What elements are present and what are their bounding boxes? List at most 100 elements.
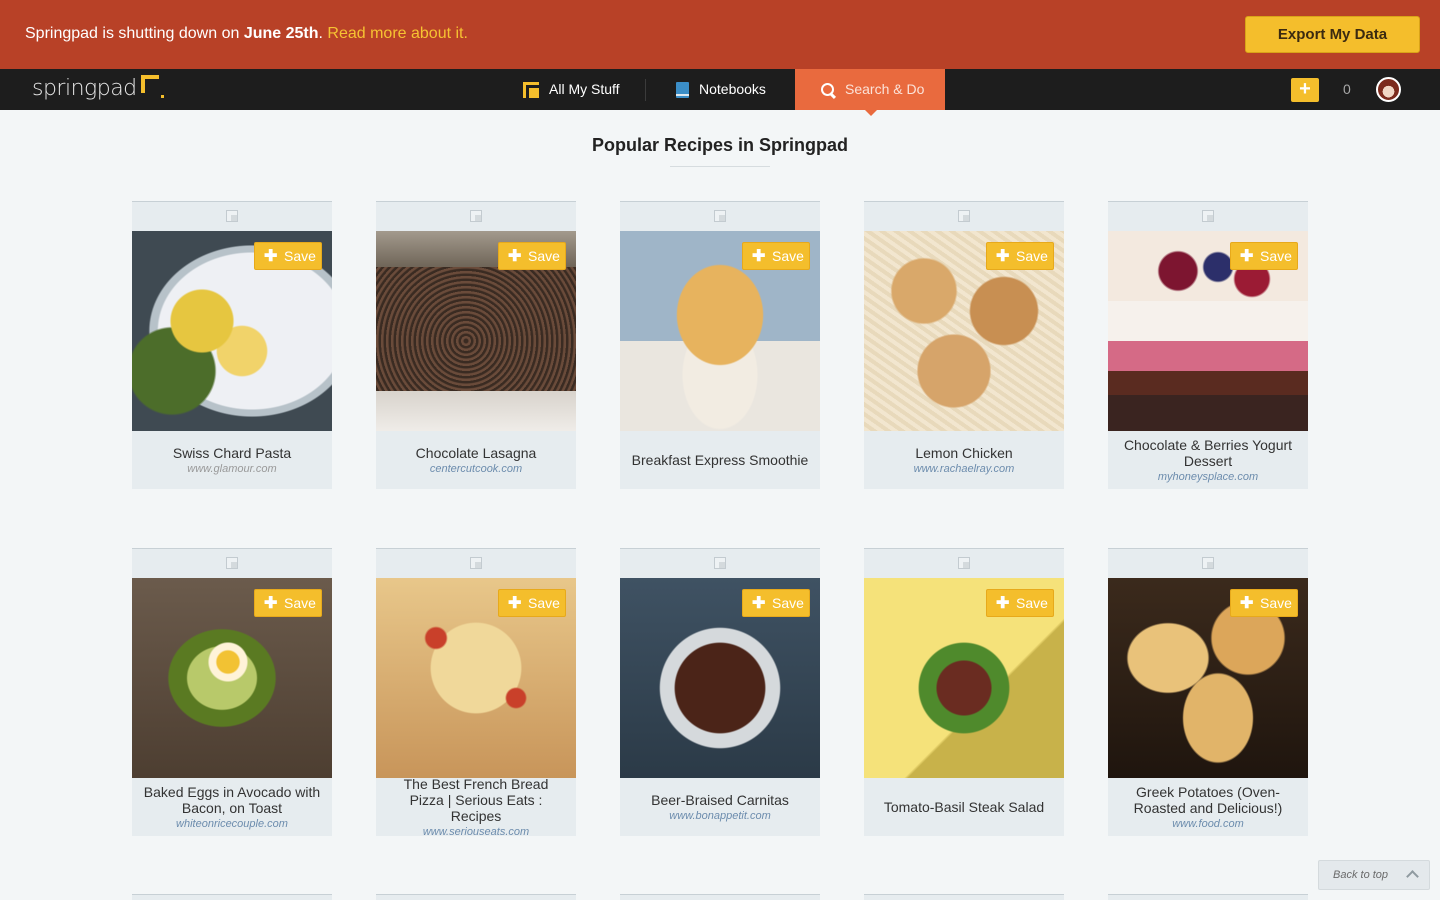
- notification-count[interactable]: 0: [1343, 81, 1351, 97]
- recipe-source[interactable]: myhoneysplace.com: [1158, 471, 1258, 483]
- recipe-image[interactable]: ✚ Save: [1108, 231, 1308, 431]
- plus-icon: ✚: [752, 595, 766, 612]
- save-button[interactable]: ✚ Save: [498, 242, 566, 270]
- shutdown-message: Springpad is shutting down on June 25th.…: [25, 25, 468, 43]
- recipe-card[interactable]: ✚ Save Tomato-Basil Steak Salad: [864, 548, 1064, 836]
- shutdown-banner: Springpad is shutting down on June 25th.…: [0, 0, 1440, 69]
- card-header: [132, 548, 332, 578]
- nav-notebooks[interactable]: Notebooks: [676, 69, 766, 110]
- recipe-image[interactable]: ✚ Save: [620, 231, 820, 431]
- recipe-source[interactable]: centercutcook.com: [430, 463, 522, 475]
- recipe-title[interactable]: Lemon Chicken: [915, 445, 1012, 461]
- recipe-source[interactable]: www.food.com: [1172, 818, 1244, 830]
- recipe-title[interactable]: Tomato-Basil Steak Salad: [884, 799, 1044, 815]
- save-label: Save: [1016, 595, 1048, 611]
- save-button[interactable]: ✚ Save: [742, 589, 810, 617]
- save-button[interactable]: ✚ Save: [254, 242, 322, 270]
- plus-icon: ✚: [752, 248, 766, 265]
- card-footer: Baked Eggs in Avocado with Bacon, on Toa…: [132, 778, 332, 836]
- read-more-link[interactable]: Read more about it.: [327, 25, 468, 42]
- card-type-icon: [958, 210, 970, 222]
- recipe-source[interactable]: www.bonappetit.com: [669, 810, 771, 822]
- card-footer: Beer-Braised Carnitas www.bonappetit.com: [620, 778, 820, 836]
- save-label: Save: [528, 595, 560, 611]
- back-to-top-button[interactable]: Back to top: [1318, 860, 1430, 890]
- card-type-icon: [226, 557, 238, 569]
- recipe-card[interactable]: ✚ Save Baked Eggs in Avocado with Bacon, …: [132, 548, 332, 836]
- plus-icon: ✚: [996, 248, 1010, 265]
- card-footer: Lemon Chicken www.rachaelray.com: [864, 431, 1064, 489]
- recipe-image[interactable]: ✚ Save: [132, 578, 332, 778]
- nav-all-my-stuff[interactable]: All My Stuff: [523, 69, 620, 110]
- back-to-top-label: Back to top: [1333, 869, 1389, 881]
- recipe-title[interactable]: Breakfast Express Smoothie: [632, 452, 809, 468]
- card-footer: Breakfast Express Smoothie: [620, 431, 820, 489]
- nav-divider: [645, 79, 646, 101]
- card-header: [620, 201, 820, 231]
- recipe-card[interactable]: ✚ Save Beer-Braised Carnitas www.bonappet…: [620, 548, 820, 836]
- search-icon: [821, 82, 835, 97]
- recipe-title[interactable]: Greek Potatoes (Oven-Roasted and Delicio…: [1118, 784, 1298, 816]
- recipe-card[interactable]: ✚ Save Breakfast Express Smoothie: [620, 201, 820, 489]
- logo-dot-icon: [160, 95, 164, 98]
- recipe-image[interactable]: ✚ Save: [864, 578, 1064, 778]
- recipe-title[interactable]: The Best French Bread Pizza | Serious Ea…: [386, 776, 566, 824]
- recipe-source[interactable]: whiteonricecouple.com: [176, 818, 288, 830]
- recipe-card[interactable]: ✚ Save Lemon Chicken www.rachaelray.com: [864, 201, 1064, 489]
- add-button[interactable]: +: [1291, 78, 1319, 102]
- recipe-source[interactable]: www.seriouseats.com: [423, 826, 529, 838]
- save-label: Save: [772, 248, 804, 264]
- recipe-image[interactable]: ✚ Save: [132, 231, 332, 431]
- page-title: Popular Recipes in Springpad: [591, 135, 849, 155]
- recipe-image[interactable]: ✚ Save: [1108, 578, 1308, 778]
- card-footer: Tomato-Basil Steak Salad: [864, 778, 1064, 836]
- save-label: Save: [528, 248, 560, 264]
- recipe-title[interactable]: Swiss Chard Pasta: [173, 445, 291, 461]
- nav-search-and-do[interactable]: Search & Do: [795, 69, 945, 110]
- save-label: Save: [1016, 248, 1048, 264]
- recipe-source[interactable]: www.rachaelray.com: [914, 463, 1015, 475]
- save-button[interactable]: ✚ Save: [498, 589, 566, 617]
- recipe-card[interactable]: ✚ Save Swiss Chard Pasta www.glamour.com: [132, 201, 332, 489]
- recipe-image[interactable]: ✚ Save: [864, 231, 1064, 431]
- card-type-icon: [714, 210, 726, 222]
- card-header: [1108, 548, 1308, 578]
- save-button[interactable]: ✚ Save: [986, 242, 1054, 270]
- recipe-title[interactable]: Baked Eggs in Avocado with Bacon, on Toa…: [142, 784, 322, 816]
- recipe-card[interactable]: ✚ Save Chocolate Lasagna centercutcook.co…: [376, 201, 576, 489]
- recipe-title[interactable]: Chocolate Lasagna: [416, 445, 537, 461]
- active-tab-caret-icon: [865, 110, 877, 116]
- save-label: Save: [1260, 248, 1292, 264]
- plus-icon: ✚: [1240, 595, 1254, 612]
- recipe-image[interactable]: ✚ Save: [376, 231, 576, 431]
- card-type-icon: [1202, 557, 1214, 569]
- plus-icon: ✚: [996, 595, 1010, 612]
- user-avatar[interactable]: [1376, 77, 1401, 102]
- recipe-title[interactable]: Chocolate & Berries Yogurt Dessert: [1118, 437, 1298, 469]
- save-button[interactable]: ✚ Save: [1230, 589, 1298, 617]
- save-button[interactable]: ✚ Save: [1230, 242, 1298, 270]
- shutdown-period: .: [318, 25, 323, 42]
- save-button[interactable]: ✚ Save: [742, 242, 810, 270]
- save-label: Save: [284, 595, 316, 611]
- springpad-logo[interactable]: springpad: [32, 75, 164, 103]
- recipe-card[interactable]: ✚ Save Chocolate & Berries Yogurt Dessert…: [1108, 201, 1308, 489]
- recipe-title[interactable]: Beer-Braised Carnitas: [651, 792, 789, 808]
- card-header: [1108, 201, 1308, 231]
- card-header: [376, 201, 576, 231]
- save-button[interactable]: ✚ Save: [986, 589, 1054, 617]
- recipe-image[interactable]: ✚ Save: [620, 578, 820, 778]
- plus-icon: ✚: [1240, 248, 1254, 265]
- card-footer: Chocolate & Berries Yogurt Dessert myhon…: [1108, 431, 1308, 489]
- recipe-source[interactable]: www.glamour.com: [187, 463, 276, 475]
- plus-icon: ✚: [508, 248, 522, 265]
- save-label: Save: [284, 248, 316, 264]
- plus-icon: ✚: [264, 248, 278, 265]
- notebook-icon: [676, 81, 689, 98]
- recipe-image[interactable]: ✚ Save: [376, 578, 576, 778]
- recipe-card[interactable]: ✚ Save Greek Potatoes (Oven-Roasted and D…: [1108, 548, 1308, 836]
- chevron-up-icon: [1406, 870, 1419, 883]
- save-button[interactable]: ✚ Save: [254, 589, 322, 617]
- export-data-button[interactable]: Export My Data: [1245, 16, 1420, 53]
- recipe-card[interactable]: ✚ Save The Best French Bread Pizza | Seri…: [376, 548, 576, 838]
